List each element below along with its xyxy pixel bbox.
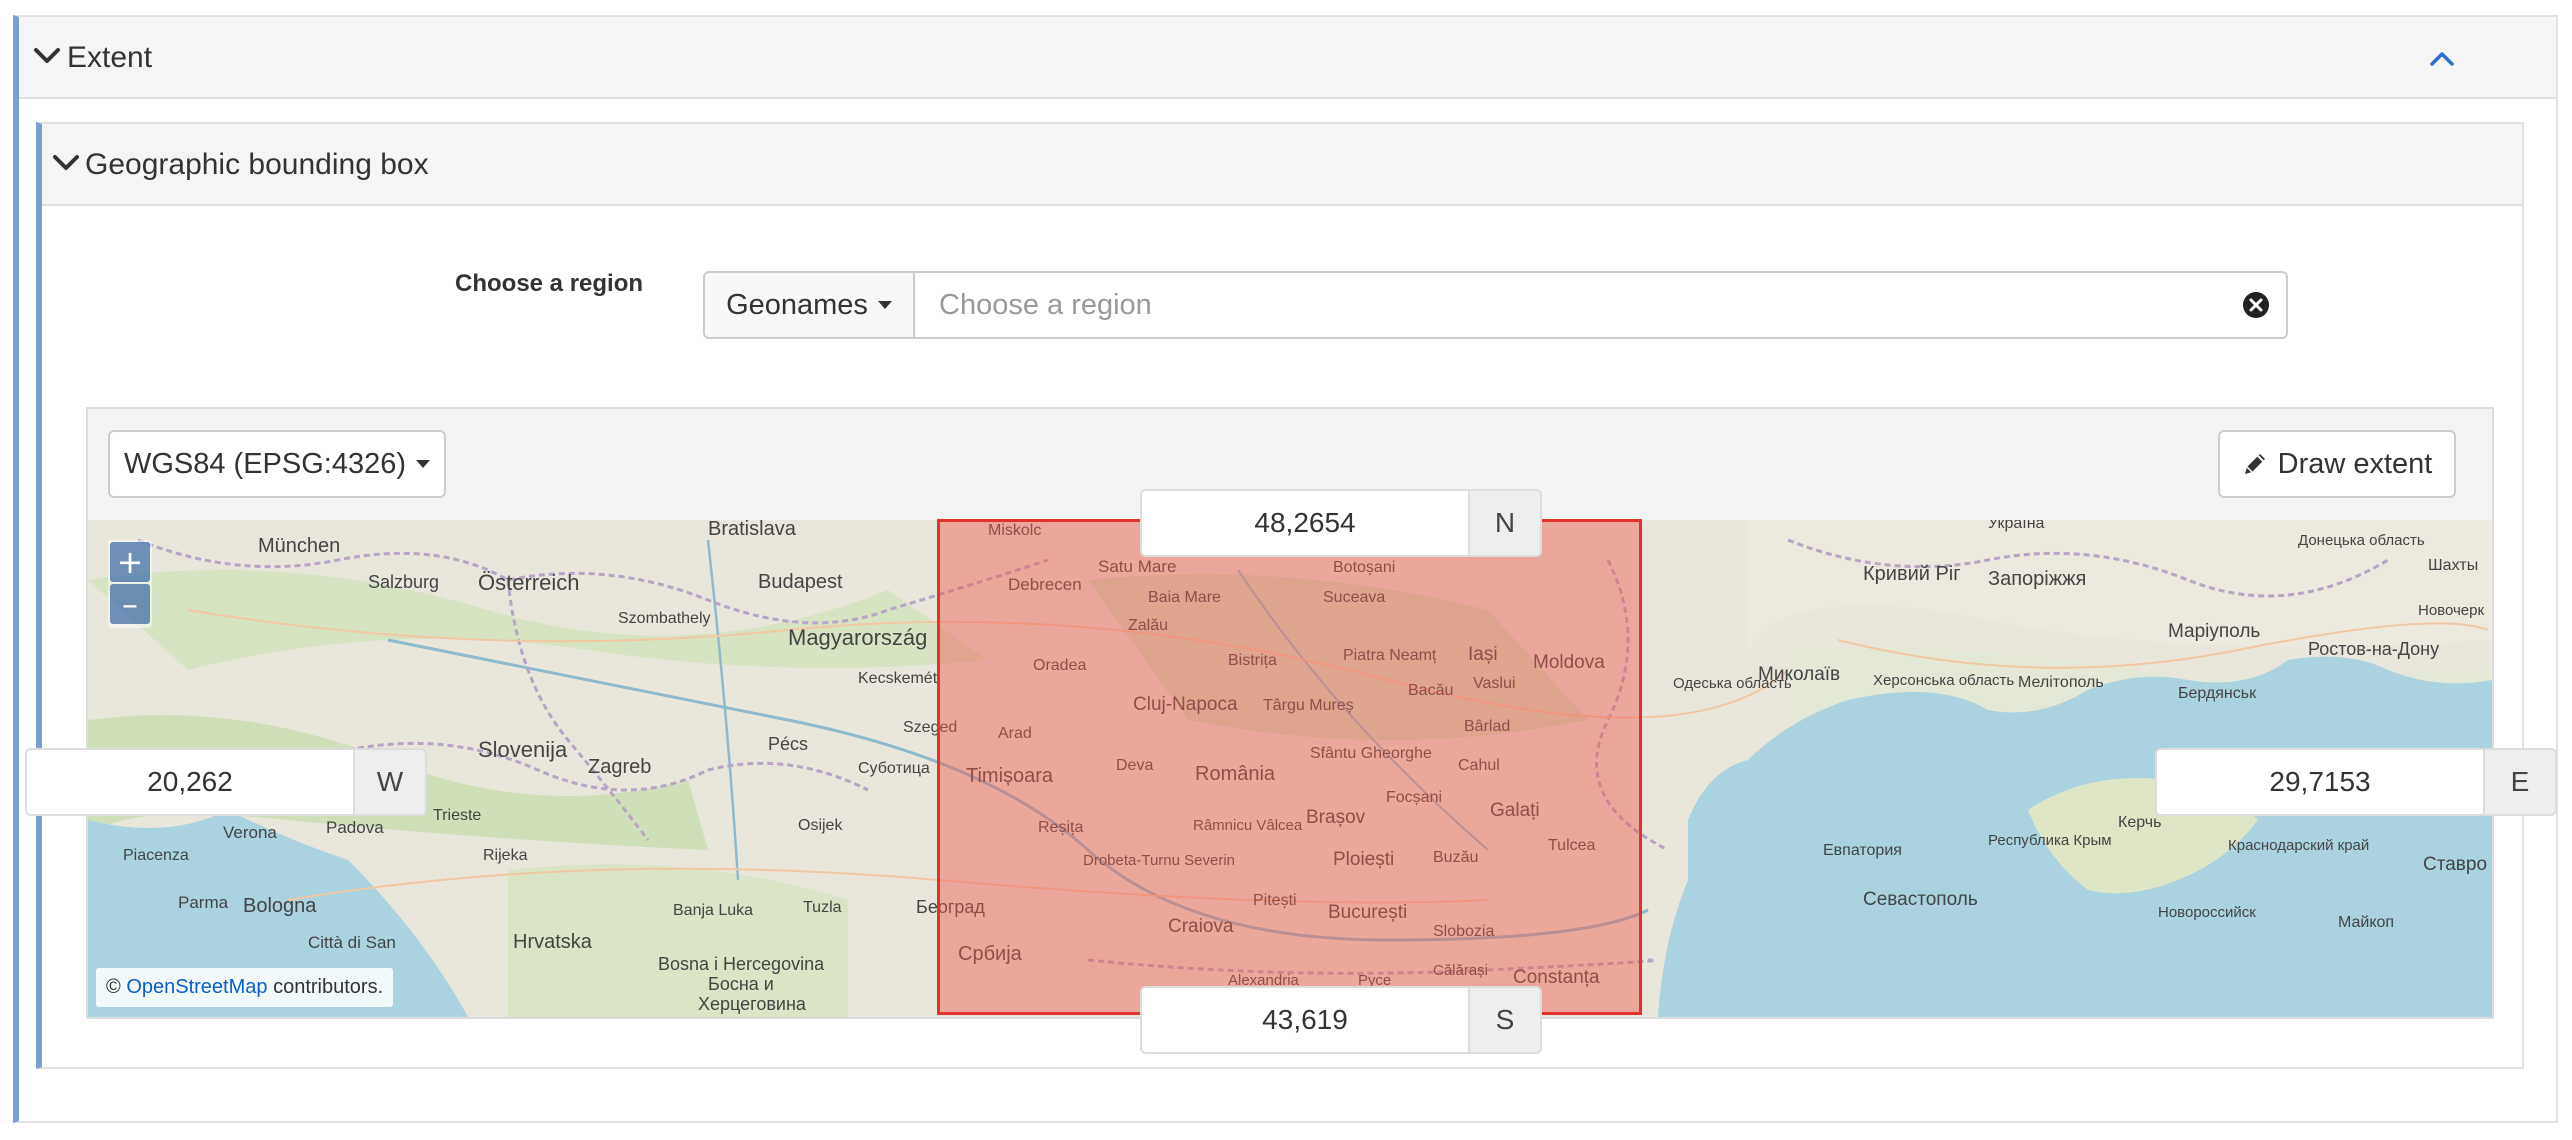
chevron-down-icon[interactable]	[33, 45, 61, 67]
svg-text:Кривий Ріг: Кривий Ріг	[1863, 563, 1961, 585]
svg-text:Rijeka: Rijeka	[483, 847, 528, 864]
zoom-control: + –	[108, 540, 152, 628]
extent-section-header[interactable]: Extent	[19, 17, 2556, 99]
svg-text:Salzburg: Salzburg	[368, 572, 439, 592]
svg-text:Керчь: Керчь	[2118, 814, 2161, 831]
svg-text:Україна: Україна	[1988, 520, 2045, 532]
pencil-icon	[2244, 454, 2265, 474]
svg-text:Ставро: Ставро	[2423, 854, 2487, 875]
east-label: E	[2485, 748, 2557, 816]
attribution-suffix: contributors.	[273, 976, 384, 998]
chevron-down-icon[interactable]	[52, 152, 80, 174]
svg-text:Bosna i Hercegovina: Bosna i Hercegovina	[658, 954, 825, 974]
svg-text:Херцеговина: Херцеговина	[698, 994, 807, 1014]
caret-down-icon	[416, 460, 431, 468]
caret-down-icon	[877, 301, 892, 309]
svg-text:Città di San: Città di San	[308, 933, 396, 952]
crs-button-label: WGS84 (EPSG:4326)	[123, 447, 407, 480]
geographic-bbox-header[interactable]: Geographic bounding box	[42, 124, 2522, 206]
svg-text:Parma: Parma	[178, 893, 229, 912]
svg-text:Zagreb: Zagreb	[588, 756, 651, 778]
north-coordinate: N	[1140, 489, 1542, 557]
svg-text:Piacenza: Piacenza	[123, 847, 189, 864]
svg-text:Майкоп: Майкоп	[2338, 914, 2394, 931]
svg-text:Краснодарский край: Краснодарский край	[2228, 837, 2369, 854]
bounding-box-overlay[interactable]	[937, 519, 1642, 1015]
svg-text:Bratislava: Bratislava	[708, 520, 797, 540]
svg-text:Босна и: Босна и	[708, 974, 774, 994]
south-label: S	[1470, 986, 1542, 1054]
svg-text:Verona: Verona	[223, 823, 277, 842]
svg-text:Padova: Padova	[326, 818, 384, 837]
svg-text:Hrvatska: Hrvatska	[513, 931, 593, 953]
clear-circle-icon[interactable]	[2242, 291, 2270, 319]
region-input-group: Geonames	[703, 271, 2288, 339]
south-coordinate: S	[1140, 986, 1542, 1054]
west-coordinate: W	[25, 748, 427, 816]
svg-text:München: München	[258, 535, 340, 557]
east-coordinate: E	[2155, 748, 2557, 816]
crs-dropdown-button[interactable]: WGS84 (EPSG:4326)	[108, 430, 446, 498]
west-label: W	[355, 748, 427, 816]
svg-text:Донецька область: Донецька область	[2298, 532, 2425, 549]
svg-text:Новочерк: Новочерк	[2418, 602, 2484, 619]
svg-text:Херсонська область: Херсонська область	[1873, 672, 2014, 689]
draw-extent-button[interactable]: Draw extent	[2218, 430, 2456, 498]
svg-text:Маріуполь: Маріуполь	[2168, 621, 2260, 642]
svg-text:Запоріжжя: Запоріжжя	[1988, 568, 2086, 590]
extent-section-title: Extent	[67, 41, 153, 74]
svg-text:Республика Крым: Республика Крым	[1988, 832, 2112, 849]
region-search-input[interactable]	[915, 271, 2288, 339]
svg-text:Одеська область: Одеська область	[1673, 675, 1792, 692]
svg-text:Bologna: Bologna	[243, 895, 317, 917]
draw-extent-label: Draw extent	[2277, 447, 2433, 480]
svg-text:Osijek: Osijek	[798, 817, 843, 834]
svg-text:Шахты: Шахты	[2428, 557, 2478, 574]
svg-text:Trieste: Trieste	[433, 807, 481, 824]
svg-text:Мелітополь: Мелітополь	[2018, 674, 2104, 691]
zoom-out-button[interactable]: –	[110, 584, 150, 624]
north-label: N	[1470, 489, 1542, 557]
east-input[interactable]	[2155, 748, 2485, 816]
region-label: Choose a region	[455, 270, 644, 297]
geographic-bbox-title: Geographic bounding box	[85, 148, 429, 181]
south-input[interactable]	[1140, 986, 1470, 1054]
svg-text:Суботица: Суботица	[858, 760, 930, 777]
svg-text:Budapest: Budapest	[758, 571, 843, 593]
svg-text:Ростов-на-Дону: Ростов-на-Дону	[2308, 639, 2439, 659]
chevron-up-icon[interactable]	[2428, 47, 2456, 69]
zoom-in-button[interactable]: +	[110, 542, 150, 582]
svg-text:Pécs: Pécs	[768, 734, 808, 754]
svg-text:Magyarország: Magyarország	[788, 625, 927, 650]
geonames-dropdown-button[interactable]: Geonames	[703, 271, 915, 339]
north-input[interactable]	[1140, 489, 1470, 557]
west-input[interactable]	[25, 748, 355, 816]
svg-text:Бердянськ: Бердянськ	[2178, 685, 2257, 702]
attribution-prefix: ©	[106, 976, 121, 998]
svg-text:Österreich: Österreich	[478, 570, 579, 595]
geonames-button-label: Geonames	[726, 288, 868, 321]
svg-text:Banja Luka: Banja Luka	[673, 902, 753, 919]
svg-text:Tuzla: Tuzla	[803, 899, 842, 916]
openstreetmap-link[interactable]: OpenStreetMap	[126, 976, 267, 998]
svg-text:Slovenija: Slovenija	[478, 737, 568, 762]
svg-text:Новороссийск: Новороссийск	[2158, 904, 2256, 921]
svg-text:Kecskemét: Kecskemét	[858, 670, 938, 687]
svg-text:Севастополь: Севастополь	[1863, 889, 1978, 910]
svg-text:Евпатория: Евпатория	[1823, 842, 1902, 859]
svg-text:Szombathely: Szombathely	[618, 610, 711, 627]
map-attribution: © OpenStreetMap contributors.	[96, 968, 394, 1007]
